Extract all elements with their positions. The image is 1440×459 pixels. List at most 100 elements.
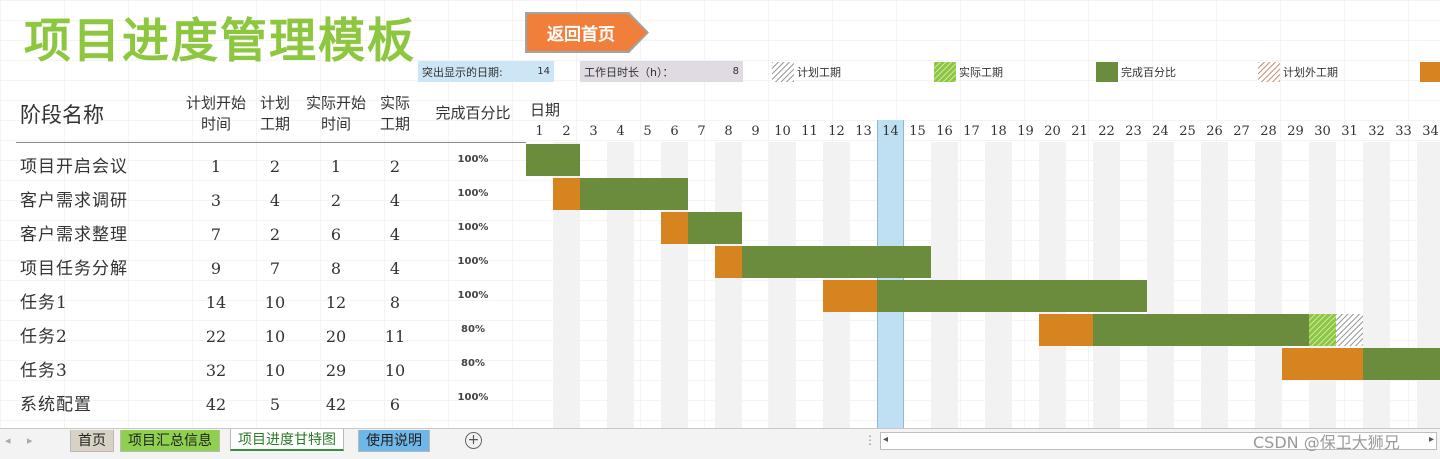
legend-outside: 计划外工期 (1258, 61, 1338, 83)
task-name: 任务2 (20, 327, 68, 347)
scroll-right-icon[interactable]: ▸ (1429, 434, 1434, 445)
actual-days-cell: 4 (389, 225, 401, 244)
plan-start-cell: 32 (205, 361, 227, 380)
day-number: 27 (1233, 124, 1250, 139)
home-button[interactable]: 返回首页 (527, 14, 647, 51)
prev-sheet-icon[interactable]: ◂ (5, 434, 11, 447)
next-sheet-icon[interactable]: ▸ (27, 434, 33, 447)
day-number: 6 (670, 124, 679, 139)
actual-hatch-swatch (934, 62, 956, 82)
plan-start-cell: 22 (205, 327, 227, 346)
header-actual-days-line2: 工期 (379, 115, 410, 133)
work-hours-field[interactable]: 工作日时长（h）： 8 (580, 61, 743, 82)
header-actual-start-line1: 实际开始 (305, 94, 366, 112)
header-date: 日期 (530, 101, 561, 119)
day-number: 2 (562, 124, 571, 139)
day-column (1390, 142, 1417, 430)
day-number: 9 (751, 124, 760, 139)
actual-days-cell: 4 (389, 191, 401, 210)
percent-cell: 100% (457, 392, 489, 403)
day-number: 28 (1260, 124, 1277, 139)
actual-days-cell: 4 (389, 259, 401, 278)
header-plan-days-line2: 工期 (259, 115, 290, 133)
day-column (715, 142, 742, 430)
day-column (688, 142, 715, 430)
actual-start-cell: 6 (330, 225, 342, 244)
plan-start-cell: 3 (210, 191, 222, 210)
header-plan-start-line1: 计划开始 (185, 94, 246, 112)
highlight-date-field[interactable]: 突出显示的日期: 14 (418, 61, 554, 82)
header-actual-start: 实际开始 时间 (298, 93, 374, 135)
percent-cell: 80% (461, 358, 485, 369)
header-actual-days: 实际 工期 (375, 93, 415, 135)
unplanned-bar (553, 178, 580, 210)
legend-outside-label: 计划外工期 (1283, 66, 1338, 79)
day-number: 14 (882, 124, 899, 139)
plan-days-cell: 10 (264, 293, 286, 312)
header-plan-start-line2: 时间 (200, 115, 231, 133)
day-number: 10 (774, 124, 791, 139)
day-number: 8 (724, 124, 733, 139)
day-number: 13 (855, 124, 872, 139)
actual-start-cell: 2 (330, 191, 342, 210)
day-number: 31 (1341, 124, 1358, 139)
unplanned-bar (715, 246, 742, 278)
task-name: 客户需求调研 (20, 191, 128, 211)
task-name: 任务1 (20, 293, 68, 313)
legend-plan: 计划工期 (772, 61, 841, 83)
done-bar (580, 178, 688, 210)
actual-days-cell: 10 (384, 361, 406, 380)
day-number: 19 (1017, 124, 1034, 139)
task-name: 项目开启会议 (20, 157, 128, 177)
header-stage: 阶段名称 (20, 103, 104, 127)
day-column (742, 142, 769, 430)
plan-start-cell: 14 (205, 293, 227, 312)
orange-swatch (1420, 62, 1440, 82)
percent-cell: 100% (457, 154, 489, 165)
plan-start-cell: 1 (210, 157, 222, 176)
plan-days-cell: 10 (264, 327, 286, 346)
day-column (1417, 142, 1440, 430)
day-column (1336, 142, 1363, 430)
plan-days-cell: 7 (269, 259, 281, 278)
plan-days-cell: 2 (269, 157, 281, 176)
legend-actual: 实际工期 (934, 61, 1003, 83)
task-name: 客户需求整理 (20, 225, 128, 245)
header-divider (16, 142, 526, 143)
actual-days-cell: 2 (389, 157, 401, 176)
sheet-tab-help[interactable]: 使用说明 (358, 430, 430, 452)
day-number: 32 (1368, 124, 1385, 139)
sheet-tab-gantt[interactable]: 项目进度甘特图 (230, 429, 344, 451)
day-number: 26 (1206, 124, 1223, 139)
day-column (1363, 142, 1390, 430)
plan-start-cell: 42 (205, 395, 227, 414)
plan-start-cell: 9 (210, 259, 222, 278)
percent-cell: 100% (457, 222, 489, 233)
day-number: 15 (909, 124, 926, 139)
day-number: 17 (963, 124, 980, 139)
day-number: 24 (1152, 124, 1169, 139)
day-number: 22 (1098, 124, 1115, 139)
day-number: 16 (936, 124, 953, 139)
unplanned-bar (1039, 314, 1093, 346)
scroll-left-icon[interactable]: ◂ (883, 434, 888, 445)
work-hours-value: 8 (732, 66, 739, 77)
actual-start-cell: 29 (325, 361, 347, 380)
plan-days-cell: 5 (269, 395, 281, 414)
sheet-tab-summary[interactable]: 项目汇总信息 (120, 430, 220, 452)
day-column (1228, 142, 1255, 430)
task-name: 任务3 (20, 361, 68, 381)
day-number: 23 (1125, 124, 1142, 139)
actual-days-cell: 6 (389, 395, 401, 414)
day-column (1255, 142, 1282, 430)
day-number: 7 (697, 124, 706, 139)
day-column (769, 142, 796, 430)
day-number: 11 (801, 124, 818, 139)
scroll-split-handle-icon[interactable]: ⋮ (864, 433, 876, 447)
day-number: 5 (643, 124, 652, 139)
add-sheet-icon[interactable]: + (465, 432, 482, 449)
day-number: 3 (589, 124, 598, 139)
day-column (526, 142, 553, 430)
watermark: CSDN @保卫大狮兄 (1253, 433, 1400, 452)
sheet-tab-home[interactable]: 首页 (70, 430, 114, 452)
